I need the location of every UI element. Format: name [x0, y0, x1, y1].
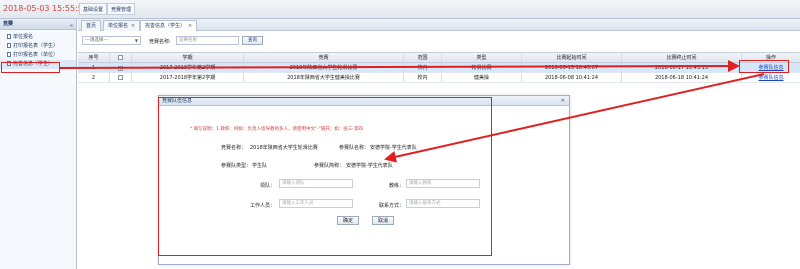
row-contest: 2018年陕西省大学生轮滑比赛 [244, 63, 404, 72]
tab-unit-signup[interactable]: 单位报名 × [103, 20, 141, 31]
row-end: 2018-06-18 10:41:24 [622, 73, 742, 82]
row-start: 2018-06-08 10:41:24 [522, 73, 622, 82]
row-checkbox-cell[interactable] [110, 63, 132, 72]
query-button[interactable]: 查询 [242, 36, 263, 45]
document-icon [7, 34, 11, 39]
header-type: 类型 [442, 53, 522, 62]
header-end: 比赛终止时间 [622, 53, 742, 62]
sidebar-item-label: 完善信息（学生） [13, 61, 54, 67]
row-checkbox-cell[interactable] [110, 73, 132, 82]
tab-label: 首页 [86, 23, 97, 29]
sidebar-title: 竞赛 [3, 21, 14, 27]
term-select[interactable]: ---请选择--- ▼ [82, 36, 141, 45]
document-icon [7, 43, 11, 48]
clock: 2018-05-03 15:55:56 [3, 4, 88, 13]
header-index: 序号 [78, 53, 110, 62]
coach-input[interactable]: 请输入教练 [406, 179, 480, 188]
close-icon[interactable]: × [131, 23, 135, 29]
sidebar-item-label: 打印报名表（学生） [13, 43, 59, 49]
contact-label: 联系方式： [379, 203, 405, 209]
tab-complete-info[interactable]: 完善信息（学生） × [140, 20, 198, 31]
cancel-button[interactable]: 取消 [372, 216, 394, 225]
header-select-all[interactable] [110, 53, 132, 62]
row-checkbox[interactable] [118, 75, 123, 80]
tab-strip: 首页 单位报名 × 完善信息（学生） × [78, 19, 800, 31]
row-term: 2017-2018学年第2学期 [132, 63, 244, 72]
sidebar-item-label: 打印报名表（单位） [13, 52, 59, 58]
staff-label: 工作人员： [250, 203, 276, 209]
header-start: 比赛起始时间 [522, 53, 622, 62]
contest-name-input[interactable]: 竞赛名称 [176, 36, 239, 45]
team-name-label: 参赛队名称： [339, 145, 370, 151]
fill-instructions: * 填写说明：1.教练：例如：负责人指导教师多人，请使用中文"-"隔开；如：张三… [190, 127, 363, 132]
row-term: 2017-2018学年第2学期 [132, 73, 244, 82]
row-contest: 2018年陕西省大学生健美操比赛 [244, 73, 404, 82]
select-all-checkbox[interactable] [118, 55, 123, 60]
sidebar-item-complete-info[interactable]: 完善信息（学生） [0, 60, 76, 69]
sidebar-item-print-student[interactable]: 打印报名表（学生） [0, 42, 76, 51]
sidebar: 竞赛 « 单位报名 打印报名表（学生） 打印报名表（单位） 完善信息（学生） [0, 19, 77, 269]
contest-table: 序号 学期 竞赛 范围 类型 比赛起始时间 比赛终止时间 操作 1 2017-2… [78, 52, 800, 83]
team-abbr-label: 参赛队简称： [314, 163, 345, 169]
tab-label: 单位报名 [108, 23, 129, 29]
table-row[interactable]: 1 2017-2018学年第2学期 2018年陕西省大学生轮滑比赛 校内 轮滑比… [78, 63, 800, 73]
close-icon[interactable]: ✕ [561, 96, 565, 106]
row-scope: 校内 [404, 73, 442, 82]
confirm-button[interactable]: 确定 [337, 216, 359, 225]
dialog-title: 竞赛队伍信息 [162, 98, 193, 104]
tab-home[interactable]: 首页 [81, 20, 102, 31]
document-icon [7, 52, 11, 57]
sidebar-item-unit-signup[interactable]: 单位报名 [0, 33, 76, 42]
row-type: 健美操 [442, 73, 522, 82]
header-action: 操作 [765, 55, 776, 61]
tab-label: 完善信息（学生） [145, 23, 186, 29]
collapse-icon[interactable]: « [70, 21, 73, 32]
sidebar-item-label: 单位报名 [13, 34, 34, 40]
contest-name-label: 竞赛名称: [149, 39, 171, 45]
sidebar-item-print-unit[interactable]: 打印报名表（单位） [0, 51, 76, 60]
team-info-dialog: 竞赛队伍信息 ✕ * 填写说明：1.教练：例如：负责人指导教师多人，请使用中文"… [158, 95, 570, 265]
contest-name-value: 2018年陕西省大学生轮滑比赛 [250, 145, 318, 151]
team-info-link[interactable]: 参赛队信息 [758, 75, 783, 81]
row-action-cell: 参赛队信息 [742, 73, 800, 82]
team-info-link[interactable]: 参赛队信息 [758, 65, 783, 71]
close-icon[interactable]: × [188, 23, 192, 29]
contact-input[interactable]: 请输入联系方式 [406, 199, 480, 208]
row-type: 轮滑比赛 [442, 63, 522, 72]
leader-input[interactable]: 请输入领队 [279, 179, 353, 188]
table-row[interactable]: 2 2017-2018学年第2学期 2018年陕西省大学生健美操比赛 校内 健美… [78, 73, 800, 83]
nav-contest-management[interactable]: 竞赛管理 [107, 3, 136, 15]
header-term: 学期 [132, 53, 244, 62]
dialog-title-bar: 竞赛队伍信息 [159, 96, 569, 106]
team-type-value: 学生队 [252, 163, 268, 169]
filter-bar: ---请选择--- ▼ 竞赛名称: 竞赛名称 查询 [78, 33, 800, 49]
team-abbr-value: 安德学院-学生代表队 [346, 163, 393, 169]
coach-label: 教练： [389, 183, 405, 189]
row-scope: 校内 [404, 63, 442, 72]
team-type-label: 参赛队类型： [221, 163, 252, 169]
nav-basic-settings[interactable]: 基础设置 [79, 3, 108, 15]
header-scope: 范围 [404, 53, 442, 62]
row-end: 2018-06-17 10:43:13 [622, 63, 742, 72]
staff-input[interactable]: 请输入工作人员 [279, 199, 353, 208]
team-name-value: 安德学院-学生代表队 [370, 145, 417, 151]
contest-name-label: 竞赛名称： [221, 145, 247, 151]
sidebar-header: 竞赛 « [0, 19, 76, 30]
row-index: 2 [78, 73, 110, 82]
chevron-down-icon: ▼ [134, 38, 138, 43]
table-header: 序号 学期 竞赛 范围 类型 比赛起始时间 比赛终止时间 操作 [78, 52, 800, 63]
row-checkbox[interactable] [118, 66, 123, 71]
header-contest: 竞赛 [244, 53, 404, 62]
row-start: 2018-06-15 10:43:07 [522, 63, 622, 72]
row-index: 1 [78, 63, 110, 72]
leader-label: 领队： [260, 183, 276, 189]
term-select-value: ---请选择--- [85, 38, 109, 43]
document-icon [7, 61, 11, 66]
top-bar: 2018-05-03 15:55:56 基础设置 竞赛管理 [0, 0, 800, 19]
row-action-cell: 参赛队信息 [742, 63, 800, 72]
